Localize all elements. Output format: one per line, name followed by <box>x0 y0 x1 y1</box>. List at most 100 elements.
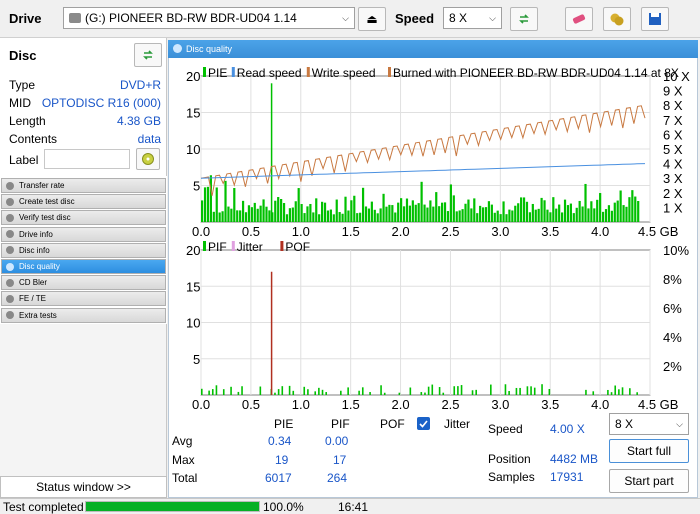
pie-bar <box>303 213 306 222</box>
pie-bar <box>376 213 379 222</box>
disc-contents-key: Contents <box>9 132 58 146</box>
drive-select-value: (G:) PIONEER BD-RW BDR-UD04 1.14 <box>85 11 297 25</box>
stats-area: PIE PIF POF Jitter Avg 0.34 0.00 Max 19 … <box>168 413 698 498</box>
status-window-button[interactable]: Status window >> <box>0 476 167 498</box>
pif-bar <box>457 386 459 395</box>
pif-bar <box>471 390 474 395</box>
test-nav: Transfer rate Create test disc Verify test… <box>0 176 167 324</box>
eject-button[interactable]: ⏏ <box>358 7 386 31</box>
pie-bar <box>411 200 414 222</box>
save-button[interactable] <box>641 7 669 31</box>
save-icon <box>649 13 661 25</box>
pif-bar <box>307 389 309 395</box>
disc-refresh-button[interactable] <box>134 43 162 67</box>
toolbar: Drive (G:) PIONEER BD-RW BDR-UD04 1.14 ⌵… <box>0 0 700 38</box>
disc-type-value: DVD+R <box>119 78 161 92</box>
start-full-button[interactable]: Start full <box>609 439 689 463</box>
pie-bar <box>318 214 321 222</box>
pie-bar <box>476 213 479 222</box>
pif-bar <box>241 386 243 395</box>
nav-item-icon <box>6 246 14 255</box>
pie-bar <box>461 209 464 222</box>
pie-bar <box>484 207 488 222</box>
disc-label-input[interactable] <box>44 149 130 169</box>
pie-bar <box>493 212 496 222</box>
pie-bar <box>631 190 634 222</box>
pif-bar <box>358 390 360 395</box>
nav-verify-test-disc[interactable]: Verify test disc <box>1 210 166 226</box>
erase-button[interactable] <box>565 7 593 31</box>
pie-bar <box>288 208 292 222</box>
refresh-speed-button[interactable] <box>510 7 538 31</box>
disc-info-panel: Disc Type DVD+R MID OPTODISC R16 (000) L… <box>0 38 167 176</box>
nav-disc-info[interactable]: Disc info <box>1 242 166 258</box>
pie-bar <box>394 212 397 222</box>
y-tick-label: 20 <box>186 69 200 84</box>
disc-contents-value: data <box>137 132 161 146</box>
disc-label-button[interactable] <box>136 148 160 170</box>
jitter-checkbox[interactable] <box>417 417 430 430</box>
pie-bar <box>259 205 262 222</box>
pie-bar <box>323 202 327 222</box>
drive-select[interactable]: (G:) PIONEER BD-RW BDR-UD04 1.14 ⌵ <box>63 7 355 29</box>
pie-bar <box>511 210 514 222</box>
x-tick-label: 1.0 <box>292 397 310 412</box>
total-label: Total <box>172 471 198 485</box>
pie-bar <box>578 200 581 222</box>
pif-bar <box>274 392 276 395</box>
max-pie: 19 <box>275 453 289 467</box>
pif-bar <box>211 389 214 395</box>
nav-cd-bler[interactable]: CD Bler <box>1 275 166 291</box>
copy-button[interactable] <box>603 7 631 31</box>
pif-bar <box>398 392 401 395</box>
pie-max-bar <box>270 83 273 222</box>
nav-fe-te[interactable]: FE / TE <box>1 291 166 307</box>
y2-tick-label: 6 X <box>663 127 683 142</box>
start-part-button[interactable]: Start part <box>609 469 689 493</box>
nav-item-icon <box>6 181 14 190</box>
pie-bar <box>487 201 491 222</box>
max-label: Max <box>172 453 195 467</box>
nav-transfer-rate[interactable]: Transfer rate <box>1 178 166 193</box>
nav-item-label: Transfer rate <box>19 181 65 190</box>
nav-item-icon <box>6 262 14 271</box>
speed-select[interactable]: 8 X ⌵ <box>443 7 502 29</box>
nav-disc-quality[interactable]: Disc quality <box>1 259 166 274</box>
pie-bar <box>212 211 215 222</box>
pif-bar <box>508 391 510 395</box>
pie-bar <box>490 204 493 222</box>
test-speed-select[interactable]: 8 X ⌵ <box>609 413 689 435</box>
pif-bar <box>281 386 284 395</box>
pie-bar <box>525 201 529 222</box>
pie-bar <box>329 209 332 222</box>
speed-select-value: 8 X <box>449 11 468 25</box>
pie-bar <box>347 210 350 222</box>
pif-bar <box>369 392 371 395</box>
nav-item-icon <box>6 197 14 206</box>
x-tick-label: 1.5 <box>342 224 360 239</box>
pif-bar <box>409 387 412 395</box>
pif-bar <box>361 387 364 395</box>
nav-drive-info[interactable]: Drive info <box>1 226 166 242</box>
legend-label: PIF <box>208 240 227 254</box>
y-tick-label: 20 <box>186 243 200 258</box>
pie-bar <box>581 206 584 222</box>
pie-bar <box>546 209 549 222</box>
chevron-down-icon: ⌵ <box>676 419 683 429</box>
pif-bar <box>259 386 262 395</box>
pie-bar <box>596 199 599 222</box>
nav-extra-tests[interactable]: Extra tests <box>1 307 166 323</box>
pie-bar <box>224 180 227 222</box>
nav-item-icon <box>6 278 14 287</box>
refresh-icon <box>519 14 529 24</box>
pie-bar <box>382 193 385 222</box>
pie-bar <box>628 197 631 222</box>
pie-bar <box>575 207 578 222</box>
legend-label: Jitter <box>237 240 263 254</box>
pie-bar <box>552 197 555 222</box>
pie-bar <box>294 201 297 222</box>
nav-create-test-disc[interactable]: Create test disc <box>1 194 166 210</box>
nav-item-icon <box>6 294 14 303</box>
pie-bar <box>335 199 338 222</box>
avg-pif: 0.00 <box>325 434 349 448</box>
